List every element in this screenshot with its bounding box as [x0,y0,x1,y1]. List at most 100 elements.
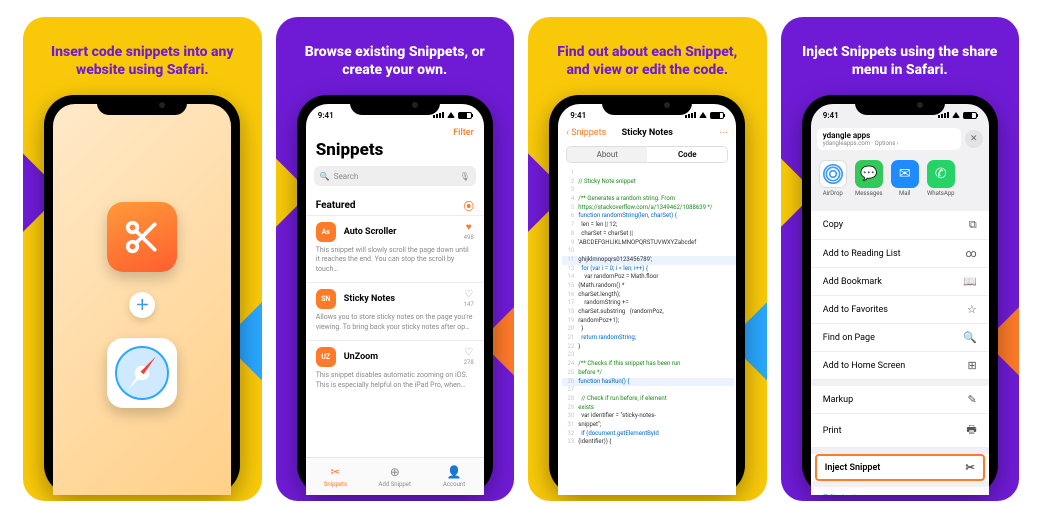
item-badge: UZ [316,347,336,367]
tab-about[interactable]: About [567,147,647,162]
tab-label: Add Snippet [379,481,411,488]
tab-icon: ⊕ [390,465,400,479]
share-subtitle: ydangleapps.com · Options › [823,140,955,147]
screen-snippet-list: 9:41 Filter Snippets 🔍 Search 🎙 Featured… [306,104,484,495]
menu-label: Find on Page [823,333,875,343]
screen-intro: ＋ [53,104,231,495]
mic-icon[interactable]: 🎙 [460,172,470,181]
promo-card-1: Insert code snippets into any website us… [23,17,262,501]
like-button[interactable]: ♥ 498 [464,223,474,241]
share-menu-group: Copy⧉Add to Reading List∞Add Bookmark📖Ad… [811,211,989,380]
filter-button[interactable]: Filter [453,128,474,138]
share-app-whatsapp[interactable]: ✆WhatsApp [927,160,955,197]
promo-card-3: Find out about each Snippet, and view or… [528,17,767,501]
heart-icon: ♥ [466,223,472,233]
share-app-messages[interactable]: 💬Messages [855,160,883,197]
menu-icon: 🖶 [966,421,976,440]
promo-card-2: Browse existing Snippets, or create your… [276,17,515,501]
app-store-screenshots: Insert code snippets into any website us… [0,0,1042,528]
status-time: 9:41 [570,111,586,120]
tab-code[interactable]: Code [647,147,727,162]
app-icon: ✉ [891,160,919,188]
item-description: This snippet will slowly scroll the page… [316,246,474,274]
menu-row[interactable]: Add to Favorites☆ [811,296,989,324]
item-description: This snippet disables automatic zooming … [316,371,474,390]
tab-label: Snippets [324,481,347,488]
segmented-control[interactable]: About Code [566,146,728,163]
card-title: Inject Snippets using the share menu in … [781,33,1020,89]
tab-add-snippet[interactable]: ⊕ Add Snippet [365,458,424,495]
plus-icon: ＋ [129,292,155,318]
share-app-mail[interactable]: ✉ Mail [891,160,919,197]
status-time: 9:41 [318,111,334,120]
card-title: Insert code snippets into any website us… [23,33,262,89]
item-badge: SN [316,289,336,309]
inject-snippet-row[interactable]: Inject Snippet ✂ [815,454,985,481]
promo-card-4: Inject Snippets using the share menu in … [781,17,1020,501]
wifi-icon [447,112,455,118]
like-button[interactable]: ♡ 278 [464,348,474,366]
battery-icon [458,112,472,119]
app-label: WhatsApp [927,190,955,197]
edit-actions-button[interactable]: Edit Actions… [811,487,989,495]
menu-icon: 🔍 [963,331,977,344]
menu-label: Print [823,426,842,436]
menu-label: Add to Reading List [823,249,901,259]
item-badge: As [316,222,336,242]
list-item[interactable]: UZ UnZoom ♡ 278 This snippet disables au… [306,340,484,398]
phone-mockup: 9:41 Filter Snippets 🔍 Search 🎙 Featured… [297,95,493,495]
item-title: Auto Scroller [344,227,456,237]
phone-notch [855,95,945,115]
item-title: Sticky Notes [344,294,456,304]
screen-code-editor: 9:41 ‹ Snippets Sticky Notes ⋯ About Cod… [558,104,736,495]
heart-icon: ♡ [464,290,473,300]
screen-share-sheet: 9:41 ydangle apps ydangleapps.com · Opti… [811,104,989,495]
close-button[interactable]: ✕ [965,130,983,148]
menu-icon: ⊞ [968,359,977,372]
tab-snippets[interactable]: ✂Snippets [306,458,365,495]
app-label: Mail [899,190,910,197]
menu-row[interactable]: Find on Page 🔍 [811,324,989,352]
code-editor[interactable]: 12// Sticky Note snippet34/** Generates … [558,167,736,449]
phone-notch [97,95,187,115]
share-menu-group: Markup✎ Print 🖶 [811,386,989,448]
menu-row[interactable]: Add to Home Screen⊞ [811,352,989,380]
search-icon: 🔍 [320,172,330,181]
list-item[interactable]: As Auto Scroller ♥ 498 This snippet will… [306,215,484,282]
tab-account[interactable]: 👤Account [424,458,483,495]
app-label: AirDrop [823,190,843,197]
list-item[interactable]: SN Sticky Notes ♡ 147 Allows you to stor… [306,282,484,340]
scissors-icon [123,218,161,256]
menu-icon: ∞ [965,247,976,260]
phone-mockup: 9:41 ‹ Snippets Sticky Notes ⋯ About Cod… [549,95,745,495]
menu-row[interactable]: Copy ⧉ [811,211,989,240]
menu-label: Copy [823,220,843,230]
phone-mockup: ＋ [44,95,240,495]
phone-mockup: 9:41 ydangle apps ydangleapps.com · Opti… [802,95,998,495]
like-count: 147 [464,301,474,308]
share-app-airdrop[interactable]: AirDrop [819,160,847,197]
page-title: Snippets [306,138,484,166]
safari-icon [107,338,177,408]
wifi-icon [699,112,707,118]
share-domain: ydangle apps [823,131,955,140]
menu-row[interactable]: Add to Reading List ∞ [811,240,989,268]
phone-notch [350,95,440,115]
item-description: Allows you to store sticky notes on the … [316,313,474,332]
status-time: 9:41 [823,111,839,120]
heart-icon: ♡ [464,348,473,358]
scissors-icon: ✂ [966,461,975,474]
like-button[interactable]: ♡ 147 [464,290,474,308]
tab-bar: ✂Snippets ⊕ Add Snippet 👤Account [306,457,484,495]
menu-row[interactable]: Add Bookmark📖 [811,268,989,296]
search-placeholder: Search [334,172,359,181]
wifi-icon: ⦿ [464,198,474,213]
menu-row[interactable]: Print 🖶 [811,414,989,448]
search-input[interactable]: 🔍 Search 🎙 [314,166,476,186]
menu-icon: ⧉ [969,218,977,232]
app-icon-snippet [107,202,177,272]
menu-row[interactable]: Markup✎ [811,386,989,414]
tab-label: Account [443,481,465,488]
battery-icon [710,112,724,119]
phone-notch [602,95,692,115]
